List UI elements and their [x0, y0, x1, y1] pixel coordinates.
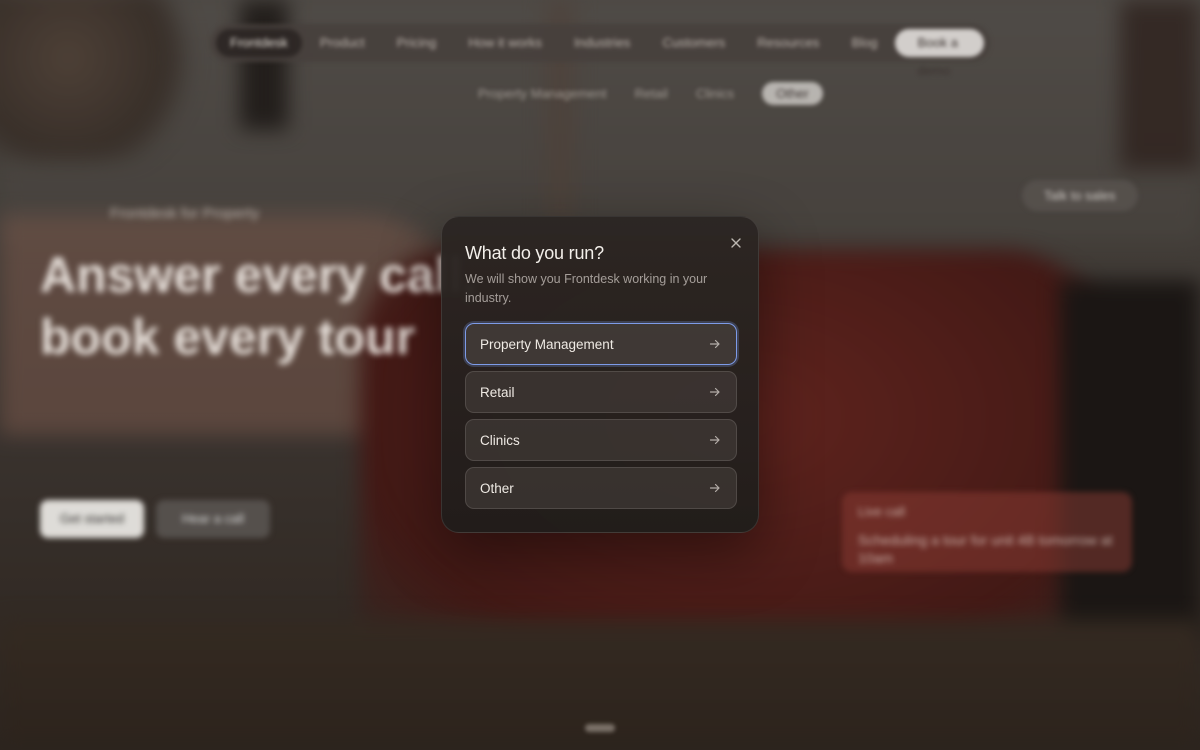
option-other[interactable]: Other	[465, 467, 737, 509]
modal-subtitle: We will show you Frontdesk working in yo…	[465, 272, 708, 305]
subnav-item-other[interactable]: Other	[762, 81, 823, 105]
talk-to-sales-button[interactable]: Talk to sales	[1022, 180, 1138, 211]
live-call-card-text: Scheduling a tour for unit 4B tomorrow a…	[858, 532, 1113, 566]
close-button[interactable]	[726, 233, 746, 253]
nav-item-brand[interactable]: Frontdesk	[216, 29, 302, 57]
modal-title: What do you run?	[465, 243, 604, 263]
top-nav: Frontdesk Product Pricing How it works I…	[210, 24, 990, 78]
option-retail[interactable]: Retail	[465, 371, 737, 413]
close-icon	[731, 238, 741, 248]
option-label: Property Management	[480, 336, 614, 352]
arrow-right-icon	[709, 339, 720, 349]
nav-item-product[interactable]: Product	[306, 29, 379, 57]
hero-headline: Answer every call, book every tour	[40, 247, 477, 365]
nav-item-pricing[interactable]: Pricing	[383, 29, 451, 57]
live-call-card-title: Live call	[858, 504, 905, 519]
option-label: Clinics	[480, 432, 520, 448]
option-clinics[interactable]: Clinics	[465, 419, 737, 461]
subnav-item-retail[interactable]: Retail	[635, 86, 668, 101]
subnav-item-property[interactable]: Property Management	[478, 86, 607, 101]
hero-buttons: Get started Hear a call	[40, 500, 270, 538]
nav-item-blog[interactable]: Blog	[837, 29, 891, 57]
nav-item-industries[interactable]: Industries	[560, 29, 644, 57]
nav-item-how-it-works[interactable]: How it works	[454, 29, 556, 57]
arrow-right-icon	[709, 435, 720, 445]
hear-call-button[interactable]: Hear a call	[156, 500, 270, 538]
option-label: Retail	[480, 384, 515, 400]
subnav-item-clinics[interactable]: Clinics	[696, 86, 734, 101]
arrow-right-icon	[709, 387, 720, 397]
nav-cta-button[interactable]: Book a demo	[895, 29, 984, 78]
industry-options: Property Management Retail Clinics Other	[465, 323, 737, 515]
live-call-card: Live call Scheduling a tour for unit 4B …	[842, 492, 1132, 572]
industry-subnav: Property Management Retail Clinics Other	[478, 80, 823, 106]
hero-eyebrow: Frontdesk for Property	[110, 205, 260, 222]
scroll-indicator	[585, 724, 615, 732]
hero: Frontdesk for Property Answer every call…	[40, 205, 500, 368]
option-property-management[interactable]: Property Management	[465, 323, 737, 365]
option-label: Other	[480, 480, 514, 496]
get-started-button[interactable]: Get started	[40, 500, 144, 538]
arrow-right-icon	[709, 483, 720, 493]
nav-item-customers[interactable]: Customers	[648, 29, 739, 57]
industry-modal: What do you run? We will show you Frontd…	[441, 216, 759, 533]
nav-item-resources[interactable]: Resources	[743, 29, 833, 57]
